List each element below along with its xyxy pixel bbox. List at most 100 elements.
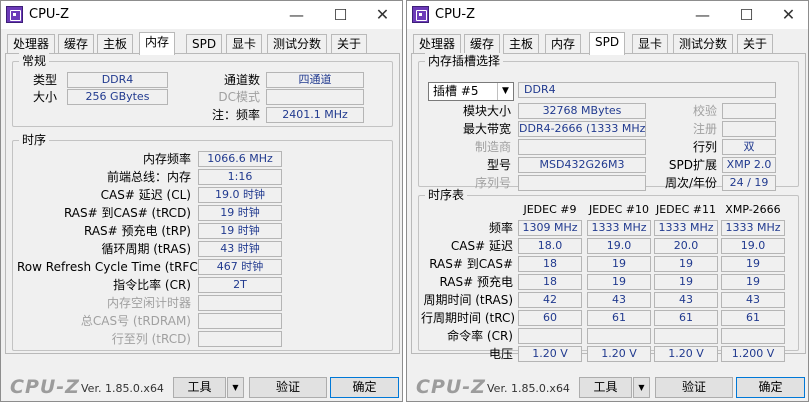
cpuz-logo: CPU-Z [416,376,486,398]
timing-table-cell: 1.20 V [654,346,718,362]
tab-spd[interactable]: SPD [589,32,626,55]
timing-row-label: CAS# 延迟 (CL) [100,188,191,202]
module-size-value: 32768 MBytes [518,103,646,119]
timing-row-label: RAS# 到CAS# (tRCD) [63,206,191,220]
tab-cpu[interactable]: 处理器 [413,34,462,54]
tab-cache[interactable]: 缓存 [58,34,95,54]
timing-row-label: 循环周期 (tRAS) [101,242,191,256]
timing-row-label: 行至列 (tRCD) [111,332,191,346]
version-label: Ver. 1.85.0.x64 [81,382,164,395]
ok-button[interactable]: 确定 [736,377,805,398]
title-bar[interactable]: CPU-Z — ☐ ✕ [1,1,402,29]
timing-row-value: 19 时钟 [198,223,282,239]
registered-label: 注册 [692,122,717,136]
window-title: CPU-Z [29,7,70,22]
timing-table-cell: 1333 MHz [587,220,651,236]
timing-table-cell: 43 [721,292,785,308]
timing-table-cell: 43 [654,292,718,308]
minimize-icon[interactable]: — [685,1,720,29]
tab-mainboard[interactable]: 主板 [97,34,134,54]
title-bar[interactable]: CPU-Z — ☐ ✕ [407,1,808,29]
maximize-icon[interactable]: ☐ [729,1,764,29]
module-size-label: 模块大小 [462,104,511,118]
tools-button[interactable]: 工具 [579,377,632,398]
registered-value [722,121,776,137]
channels-label: 通道数 [223,73,260,87]
tools-dropdown-icon[interactable]: ▼ [227,377,244,398]
timing-table-cell: 61 [654,310,718,326]
tab-about[interactable]: 关于 [737,34,774,54]
timing-table-cell: 19 [721,274,785,290]
tab-spd[interactable]: SPD [186,34,223,54]
timing-table-cell: 1.20 V [587,346,651,362]
maximize-icon[interactable]: ☐ [323,1,358,29]
timing-table-cell: 60 [518,310,582,326]
general-group: 常规 类型 DDR4 大小 256 GBytes 通道数 四通道 DC模式 注：… [12,53,393,127]
tab-about[interactable]: 关于 [331,34,368,54]
tab-bench[interactable]: 测试分数 [673,34,734,54]
tab-bench[interactable]: 测试分数 [267,34,328,54]
timing-table-cell: 19.0 [587,238,651,254]
timing-row-value [198,295,282,311]
tab-graphics[interactable]: 显卡 [632,34,669,54]
spd-panel: 内存插槽选择 插槽 #5 ▼ DDR4 模块大小 32768 MBytes 最大… [411,53,806,362]
channels-value: 四通道 [266,72,364,88]
timing-row-value: 19 时钟 [198,205,282,221]
timing-table-row-label: CAS# 延迟 [450,239,513,253]
slot-type-value: DDR4 [518,82,776,98]
close-icon[interactable]: ✕ [365,1,400,29]
close-icon[interactable]: ✕ [771,1,806,29]
timing-table-cell: 1333 MHz [654,220,718,236]
timing-row-value: 2T [198,277,282,293]
timing-row-label: 指令比率 (CR) [113,278,191,292]
chevron-down-icon[interactable]: ▼ [497,83,513,100]
validate-button[interactable]: 验证 [249,377,327,398]
timing-table-cell: 18 [518,274,582,290]
tools-button[interactable]: 工具 [173,377,226,398]
timing-table-row-label: 频率 [488,221,513,235]
timing-table-cell [721,328,785,344]
tab-bar: 处理器 缓存 主板 内存 SPD 显卡 测试分数 关于 [411,32,806,55]
tab-cpu[interactable]: 处理器 [7,34,56,54]
ok-button[interactable]: 确定 [330,377,399,398]
timing-table-cell: 19 [654,274,718,290]
slot-select-value: 插槽 #5 [433,84,479,98]
tab-mainboard[interactable]: 主板 [503,34,540,54]
timing-table-cell: 19.0 [721,238,785,254]
cpuz-logo: CPU-Z [10,376,80,398]
timing-table-cell: 61 [721,310,785,326]
timing-table-cell: 19 [587,274,651,290]
week-year-label: 周次/年份 [664,176,717,190]
timing-row-label: 内存空闲计时器 [106,296,191,310]
slot-select[interactable]: 插槽 #5 ▼ [428,82,514,101]
cpuz-window-spd: CPU-Z — ☐ ✕ 处理器 缓存 主板 内存 SPD 显卡 测试分数 关于 … [406,0,809,402]
validate-button[interactable]: 验证 [655,377,733,398]
size-label: 大小 [33,90,58,104]
timing-column-header: JEDEC #11 [655,203,716,216]
tools-dropdown-icon[interactable]: ▼ [633,377,650,398]
timing-row-value: 1:16 [198,169,282,185]
timing-table-row-label: 命令率 (CR) [447,329,513,343]
timing-table-legend: 时序表 [425,187,468,203]
timing-row-label: RAS# 预充电 (tRP) [83,224,191,238]
max-bandwidth-value: DDR4-2666 (1333 MHz) [518,121,646,137]
tab-memory[interactable]: 内存 [545,34,582,54]
spd-ext-label: SPD扩展 [668,158,717,172]
spd-ext-value: XMP 2.0 [722,157,776,173]
timing-row-value: 43 时钟 [198,241,282,257]
type-label: 类型 [33,73,58,87]
checksum-label: 校验 [692,104,717,118]
timing-column-header: JEDEC #9 [523,203,577,216]
timing-table-row-label: 周期时间 (tRAS) [423,293,513,307]
timing-table-cell: 20.0 [654,238,718,254]
max-bandwidth-label: 最大带宽 [462,122,511,136]
timing-table-row-label: RAS# 到CAS# [429,257,513,271]
manufacturer-label: 制造商 [474,140,511,154]
tab-cache[interactable]: 缓存 [464,34,501,54]
version-label: Ver. 1.85.0.x64 [487,382,570,395]
minimize-icon[interactable]: — [279,1,314,29]
timings-legend: 时序 [19,132,50,148]
tab-memory[interactable]: 内存 [139,32,176,55]
tab-graphics[interactable]: 显卡 [226,34,263,54]
part-number-value: MSD432G26M3 [518,157,646,173]
